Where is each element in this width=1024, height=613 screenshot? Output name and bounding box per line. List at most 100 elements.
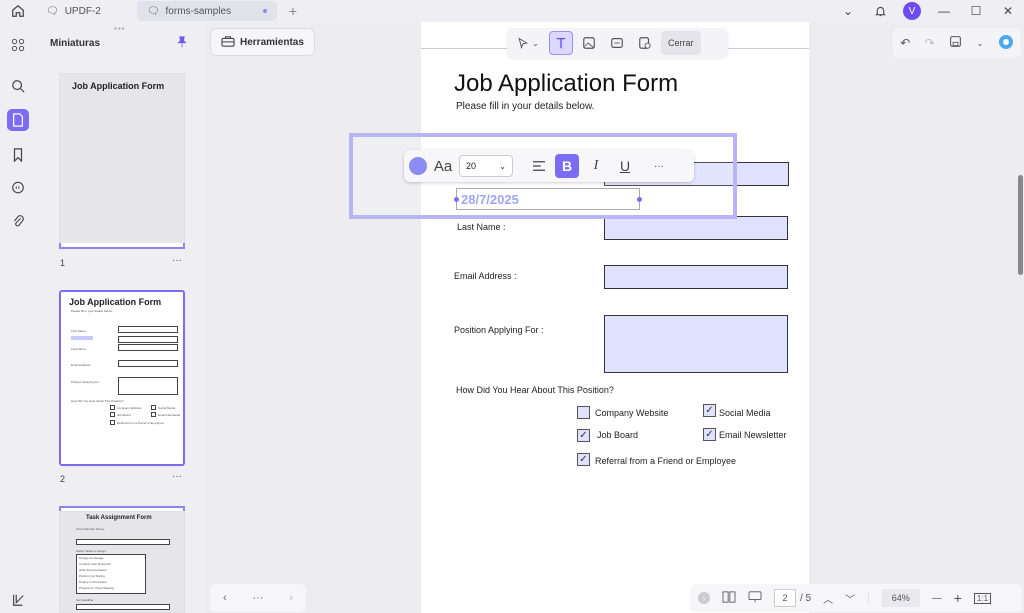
mini-field (118, 326, 178, 333)
close-icon[interactable]: ✕ (992, 4, 1024, 18)
maximize-icon[interactable]: ☐ (960, 4, 992, 18)
undo-icon[interactable]: ↶ (900, 36, 910, 50)
job-board-checkbox[interactable]: ✓ (577, 429, 590, 442)
minimize-icon[interactable]: — (928, 4, 960, 18)
social-media-checkbox[interactable]: ✓ (703, 404, 716, 417)
thumbnail-page-1[interactable]: Job Application Form (59, 73, 185, 249)
more-options-icon[interactable]: ··· (172, 255, 182, 266)
home-icon[interactable] (0, 0, 36, 22)
pin-icon[interactable] (176, 36, 188, 51)
font-size-select[interactable]: 20 ⌄ (459, 155, 513, 177)
tab-label: forms-samples (165, 5, 232, 17)
thumb-number: 1 (60, 258, 66, 268)
thumbnail-page-2[interactable]: Job Application Form Please fill in your… (59, 290, 185, 466)
align-left-icon[interactable] (528, 154, 550, 178)
underline-button[interactable]: U (613, 154, 637, 178)
email-field[interactable] (604, 265, 788, 289)
mini-field (76, 604, 170, 610)
mini-field (76, 539, 170, 545)
thumbnails-icon[interactable] (7, 109, 29, 131)
select-tool-button[interactable]: ⌄ (511, 31, 545, 55)
tools-button[interactable]: Herramientas (210, 28, 315, 56)
tab-forms-samples[interactable]: 🗨 forms-samples (136, 1, 277, 21)
presentation-icon[interactable] (748, 590, 762, 606)
mini-email: Email Address: (71, 363, 92, 367)
grid-icon[interactable] (7, 34, 29, 56)
actual-size-icon[interactable]: 1:1 (973, 592, 992, 604)
last-name-field[interactable] (604, 216, 788, 240)
email-newsletter-label: Email Newsletter (719, 430, 787, 440)
collapse-icon[interactable]: › (698, 592, 710, 604)
ai-assistant-icon[interactable] (998, 34, 1014, 53)
title-bar: 🗨 UPDF-2 🗨 forms-samples + ⌄ V — ☐ ✕ (0, 0, 1024, 22)
more-options-icon[interactable]: ··· (648, 154, 670, 178)
new-tab-button[interactable]: + (289, 3, 297, 19)
link-tool-button[interactable] (605, 31, 629, 55)
tools-label: Herramientas (240, 36, 304, 48)
stamp-tool-button[interactable] (633, 31, 657, 55)
thumb-subtitle: Please fill in your details below. (71, 309, 113, 313)
attachment-icon[interactable] (7, 210, 29, 232)
text-color-picker[interactable] (409, 157, 427, 175)
text-tool-button[interactable] (549, 31, 573, 55)
mini-field-label: Select Tasks to Assign: (76, 549, 107, 553)
search-icon[interactable] (7, 75, 29, 97)
chevron-up-icon[interactable]: ︿ (823, 591, 833, 606)
zoom-out-icon[interactable]: — (932, 593, 942, 604)
font-family-button[interactable]: Aa (432, 154, 454, 178)
save-icon[interactable] (949, 35, 962, 51)
email-newsletter-checkbox[interactable]: ✓ (703, 428, 716, 441)
tab-updf-2[interactable]: 🗨 UPDF-2 (36, 1, 111, 21)
zoom-in-icon[interactable]: + (954, 590, 962, 606)
comments-icon[interactable] (7, 177, 29, 199)
layers-icon[interactable] (7, 589, 29, 611)
text-format-toolbar: Aa 20 ⌄ B I U ··· (404, 150, 694, 182)
image-tool-button[interactable] (577, 31, 601, 55)
bookmark-icon[interactable] (7, 144, 29, 166)
thumbnails-panel: ▪▪▪ Miniaturas Job Application Form 1 ··… (36, 22, 206, 613)
page-controls: › 2 / 5 ︿ ﹀ | 64% — + 1:1 (690, 584, 1022, 612)
zoom-level[interactable]: 64% (881, 589, 920, 607)
italic-button[interactable]: I (584, 154, 608, 178)
chevron-left-icon[interactable]: ‹ (223, 592, 227, 604)
thumbnail-page-3[interactable]: Task Assignment Form Team Member Name: S… (59, 511, 185, 613)
save-options-chevron-icon[interactable]: ⌄ (977, 39, 984, 48)
vertical-scrollbar[interactable] (1018, 175, 1023, 275)
page-layout-icon[interactable] (722, 590, 736, 606)
mini-position: Position Applying For: (71, 380, 101, 384)
mini-opt: Email Newsletter (158, 413, 181, 417)
comment-icon: 🗨 (146, 5, 160, 17)
chevron-down-icon[interactable]: ⌄ (832, 4, 864, 18)
mini-task-list: Design Homepage Conduct User Research Wr… (76, 554, 146, 594)
close-edit-button[interactable]: Cerrar (661, 31, 701, 55)
chevron-down-icon: ⌄ (499, 161, 506, 171)
page-number-input[interactable]: 2 (774, 589, 796, 607)
referral-checkbox[interactable]: ✓ (577, 453, 590, 466)
email-label: Email Address : (454, 271, 517, 281)
resize-handle[interactable] (454, 197, 459, 202)
mini-first-name: First Name: (71, 329, 87, 333)
mini-opt: Referral from a Friend or Employee (117, 421, 165, 425)
position-field[interactable] (604, 315, 788, 373)
date-text-field[interactable]: 28/7/2025 (456, 188, 640, 210)
avatar[interactable]: V (903, 2, 921, 20)
drag-handle[interactable]: ▪▪▪ (114, 24, 126, 33)
right-toolbar: ↶ ↷ ⌄ (893, 28, 1021, 58)
company-website-checkbox[interactable] (577, 406, 590, 419)
edit-toolbar: ⌄ Cerrar (507, 28, 728, 58)
bell-icon[interactable] (864, 5, 896, 18)
font-size-value: 20 (466, 161, 477, 171)
thumb-title: Job Application Form (69, 297, 162, 307)
tab-label: UPDF-2 (64, 5, 101, 17)
chevron-down-icon[interactable]: ﹀ (845, 591, 855, 606)
mini-opt: Company Website (117, 406, 142, 410)
resize-handle[interactable] (637, 197, 642, 202)
more-pages-icon[interactable]: ··· (252, 592, 263, 604)
mini-date-highlight (71, 336, 93, 340)
thumb-title: Job Application Form (72, 81, 165, 91)
redo-icon[interactable]: ↷ (925, 36, 935, 50)
more-options-icon[interactable]: ··· (172, 471, 182, 482)
mini-checkbox (110, 405, 115, 410)
bold-button[interactable]: B (555, 154, 579, 178)
chevron-right-icon[interactable]: › (289, 592, 293, 604)
